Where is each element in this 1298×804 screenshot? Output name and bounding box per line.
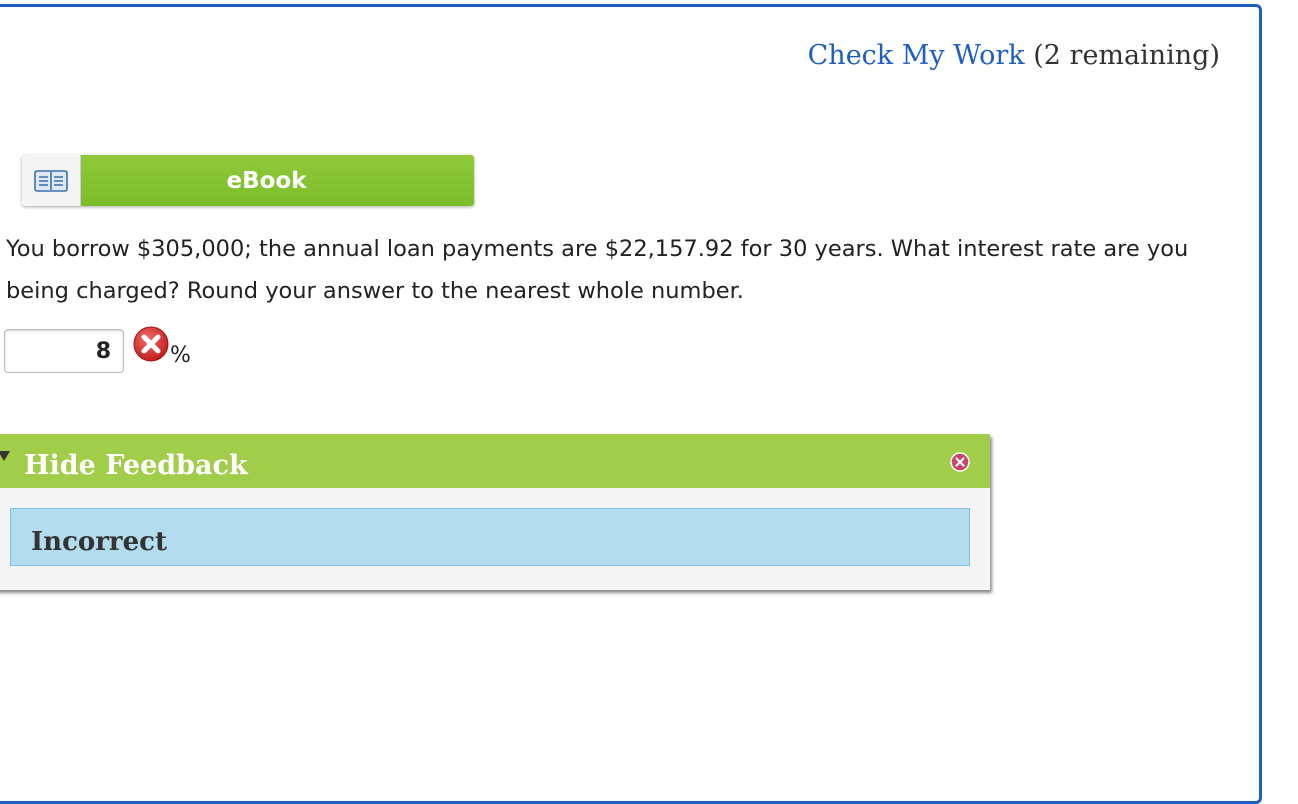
check-my-work-link[interactable]: Check My Work <box>808 40 1025 71</box>
answer-row: % <box>4 326 191 376</box>
close-icon[interactable] <box>950 452 970 472</box>
feedback-panel: Hide Feedback Incorrect <box>0 434 990 590</box>
feedback-status: Incorrect <box>31 527 168 557</box>
check-my-work-area: Check My Work (2 remaining) <box>808 40 1220 71</box>
hide-feedback-label: Hide Feedback <box>24 450 248 481</box>
answer-input[interactable] <box>4 329 124 373</box>
incorrect-x-icon <box>133 326 169 362</box>
open-book-icon <box>34 169 68 192</box>
ebook-label: eBook <box>81 155 474 206</box>
ebook-icon-box <box>22 155 81 206</box>
feedback-result-box: Incorrect <box>10 508 970 566</box>
question-panel <box>0 4 1262 804</box>
collapse-triangle-icon <box>0 451 10 461</box>
feedback-toggle[interactable]: Hide Feedback <box>0 434 990 488</box>
question-text: You borrow $305,000; the annual loan pay… <box>6 236 1189 304</box>
remaining-attempts: (2 remaining) <box>1033 40 1220 71</box>
ebook-button[interactable]: eBook <box>22 155 474 206</box>
percent-unit: % <box>170 342 191 368</box>
